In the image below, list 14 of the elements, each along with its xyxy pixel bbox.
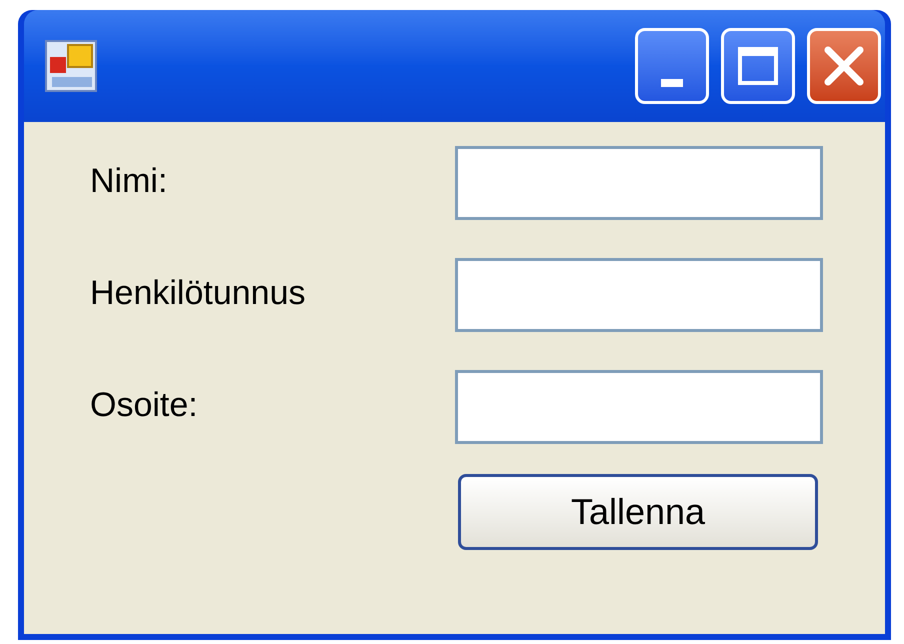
minimize-icon (661, 79, 683, 87)
input-field[interactable] (455, 258, 823, 332)
maximize-button[interactable] (721, 28, 795, 104)
maximize-icon (738, 47, 778, 85)
close-icon (824, 46, 864, 86)
save-button[interactable]: Tallenna (458, 474, 818, 550)
input-field[interactable] (455, 146, 823, 220)
field-label: Osoite: (90, 385, 199, 422)
field-label: Henkilötunnus (90, 273, 306, 310)
close-button[interactable] (807, 28, 881, 104)
input-field[interactable] (455, 370, 823, 444)
minimize-button[interactable] (635, 28, 709, 104)
app-icon (44, 39, 98, 93)
field-label: Nimi: (90, 161, 168, 198)
